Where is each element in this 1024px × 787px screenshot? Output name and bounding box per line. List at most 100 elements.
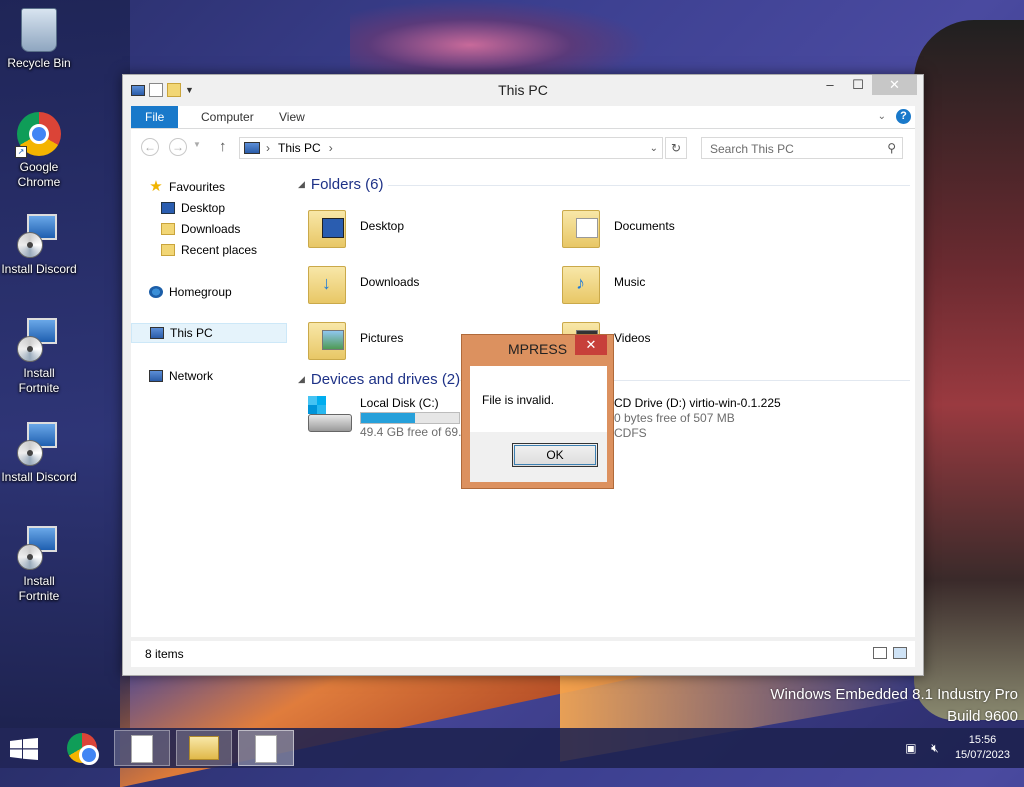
folder-documents[interactable]: Documents bbox=[562, 200, 802, 252]
desktop-icon-label: Install Fortnite bbox=[18, 366, 60, 395]
expand-ribbon-icon[interactable]: ⌄ bbox=[878, 111, 886, 122]
document-icon bbox=[131, 735, 153, 763]
refresh-button[interactable]: ↻ bbox=[665, 137, 687, 159]
desktop-icon-install-fortnite-2[interactable]: Install Fortnite bbox=[0, 526, 79, 604]
volume-muted-icon[interactable]: 🔇︎ bbox=[927, 740, 943, 756]
file-explorer-icon bbox=[189, 736, 219, 760]
collapse-arrow-icon[interactable]: ◢ bbox=[298, 374, 305, 385]
desktop-icon bbox=[161, 202, 175, 214]
drive-name: CD Drive (D:) virtio-win-0.1.225 bbox=[614, 396, 781, 410]
folder-music[interactable]: ♪ Music bbox=[562, 256, 802, 308]
large-icons-view-icon[interactable] bbox=[893, 647, 907, 659]
drive-local-disk-c[interactable]: Local Disk (C:) 49.4 GB free of 69.6 bbox=[306, 396, 468, 440]
folder-pictures-icon bbox=[308, 316, 348, 360]
group-title: Folders (6) bbox=[310, 176, 384, 193]
watermark-line-2: Build 9600 bbox=[947, 708, 1018, 725]
search-input[interactable]: Search This PC ⚲ bbox=[701, 137, 903, 159]
taskbar-app-1[interactable] bbox=[114, 730, 170, 766]
tab-file[interactable]: File bbox=[131, 106, 179, 128]
recent-locations-icon[interactable]: ▼ bbox=[193, 140, 201, 149]
folder-label: Downloads bbox=[360, 275, 420, 289]
nav-label: Desktop bbox=[181, 201, 226, 215]
drive-filesystem: CDFS bbox=[614, 426, 647, 440]
document-icon bbox=[255, 735, 277, 763]
folder-label: Pictures bbox=[360, 331, 404, 345]
group-header-folders[interactable]: ◢ Folders (6) bbox=[298, 176, 383, 193]
folder-music-icon: ♪ bbox=[562, 260, 602, 304]
nav-label: This PC bbox=[170, 326, 213, 340]
nav-item-network[interactable]: Network bbox=[149, 366, 213, 386]
network-icon[interactable]: ▣ bbox=[903, 740, 919, 756]
back-button[interactable]: ← bbox=[141, 138, 159, 156]
folder-label: Videos bbox=[614, 331, 651, 345]
downloads-icon bbox=[161, 223, 175, 235]
desktop-icon-install-discord[interactable]: Install Discord bbox=[0, 214, 79, 277]
desktop-icon-label: Install Discord bbox=[1, 262, 77, 276]
folder-label: Desktop bbox=[360, 219, 405, 233]
address-separator: › bbox=[328, 141, 333, 155]
nav-label: Homegroup bbox=[169, 285, 232, 299]
desktop-icon-install-fortnite[interactable]: Install Fortnite bbox=[0, 318, 79, 396]
clock[interactable]: 15:56 15/07/2023 bbox=[955, 733, 1010, 763]
desktop-icon-recycle-bin[interactable]: Recycle Bin bbox=[0, 6, 79, 71]
watermark-line-1: Windows Embedded 8.1 Industry Pro bbox=[770, 686, 1018, 703]
group-divider bbox=[388, 185, 910, 186]
recent-places-icon bbox=[161, 244, 175, 256]
chrome-icon bbox=[67, 733, 99, 765]
folder-desktop[interactable]: Desktop bbox=[308, 200, 548, 252]
homegroup-icon bbox=[149, 286, 163, 298]
tab-computer[interactable]: Computer bbox=[187, 106, 268, 128]
desktop-icon-label: Install Discord bbox=[1, 470, 77, 484]
installer-icon bbox=[17, 214, 57, 258]
ok-button[interactable]: OK bbox=[512, 443, 598, 467]
help-icon[interactable]: ? bbox=[896, 109, 911, 124]
dialog-close-button[interactable]: ✕ bbox=[575, 335, 607, 355]
recycle-bin-icon bbox=[21, 8, 57, 52]
wallpaper-top bbox=[350, 0, 650, 75]
group-header-devices[interactable]: ◢ Devices and drives (2) bbox=[298, 371, 460, 388]
taskbar-file-explorer[interactable] bbox=[176, 730, 232, 766]
drive-usage-bar bbox=[360, 412, 460, 424]
address-path[interactable]: This PC bbox=[278, 141, 321, 155]
nav-item-desktop[interactable]: Desktop bbox=[161, 198, 225, 218]
folder-label: Music bbox=[614, 275, 646, 289]
close-button[interactable]: ✕ bbox=[872, 75, 917, 95]
navigation-bar: ← → ▼ ↑ › This PC › ⌄ ↻ Search This PC ⚲ bbox=[131, 129, 915, 167]
address-bar[interactable]: › This PC › ⌄ bbox=[239, 137, 663, 159]
search-placeholder: Search This PC bbox=[710, 142, 794, 156]
taskbar-chrome[interactable] bbox=[54, 730, 110, 766]
drive-cd-d[interactable]: CD Drive (D:) virtio-win-0.1.225 0 bytes… bbox=[614, 396, 781, 441]
shortcut-arrow-icon: ↗ bbox=[15, 146, 27, 158]
forward-button[interactable]: → bbox=[169, 138, 187, 156]
collapse-arrow-icon[interactable]: ◢ bbox=[298, 179, 305, 190]
folder-downloads[interactable]: ↓ Downloads bbox=[308, 256, 548, 308]
nav-item-homegroup[interactable]: Homegroup bbox=[149, 282, 232, 302]
dialog-footer: OK bbox=[470, 432, 607, 482]
start-button[interactable] bbox=[10, 738, 38, 760]
drive-usage-fill bbox=[361, 413, 415, 423]
up-arrow-icon[interactable]: ↑ bbox=[219, 138, 227, 155]
nav-item-this-pc[interactable]: This PC bbox=[131, 323, 287, 343]
status-bar: 8 items bbox=[131, 641, 915, 667]
tab-view[interactable]: View bbox=[265, 106, 319, 128]
maximize-button[interactable]: ☐ bbox=[844, 75, 872, 95]
navigation-pane: ★ Favourites Desktop Downloads Recent pl… bbox=[131, 167, 291, 637]
folder-label: Documents bbox=[614, 219, 675, 233]
nav-item-downloads[interactable]: Downloads bbox=[161, 219, 240, 239]
desktop-icon-google-chrome[interactable]: ↗ Google Chrome bbox=[0, 112, 79, 190]
installer-icon bbox=[17, 422, 57, 466]
address-dropdown-icon[interactable]: ⌄ bbox=[650, 143, 658, 154]
item-count: 8 items bbox=[145, 647, 184, 661]
minimize-button[interactable]: – bbox=[816, 75, 844, 95]
title-bar[interactable]: ▼ This PC – ☐ ✕ bbox=[123, 75, 923, 105]
details-view-icon[interactable] bbox=[873, 647, 887, 659]
hard-drive-icon bbox=[306, 396, 352, 436]
nav-item-recent-places[interactable]: Recent places bbox=[161, 240, 257, 260]
taskbar-app-mpress[interactable] bbox=[238, 730, 294, 766]
network-icon bbox=[149, 370, 163, 382]
drive-name: Local Disk (C:) bbox=[360, 396, 439, 410]
nav-label: Network bbox=[169, 369, 214, 383]
desktop-icon-install-discord-2[interactable]: Install Discord bbox=[0, 422, 79, 485]
search-icon[interactable]: ⚲ bbox=[887, 141, 896, 155]
nav-item-favourites[interactable]: ★ Favourites bbox=[149, 177, 225, 197]
